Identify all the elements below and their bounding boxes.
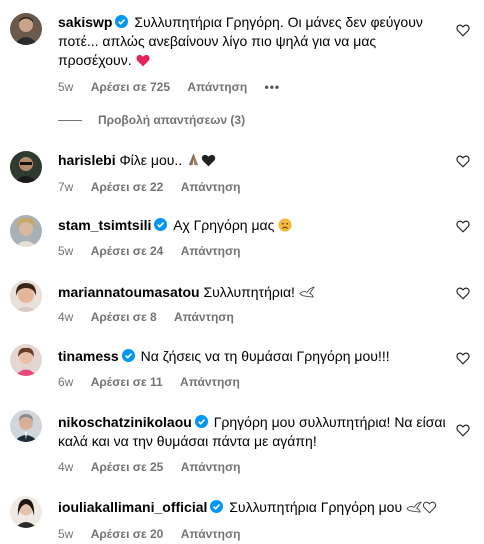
username[interactable]: sakiswp — [58, 14, 112, 30]
comment-meta: 5w Αρέσει σε 725 Απάντηση ••• — [58, 80, 294, 94]
praying-hands-emoji-icon — [186, 152, 201, 172]
black-heart-emoji-icon — [201, 153, 216, 172]
avatar[interactable] — [10, 151, 42, 183]
verified-badge-icon — [194, 415, 208, 428]
verified-badge-icon — [154, 218, 168, 231]
comment-meta: 5w Αρέσει σε 20 Απάντηση — [58, 527, 255, 541]
likes-count[interactable]: Αρέσει σε 22 — [91, 180, 164, 194]
reply-button[interactable]: Απάντηση — [174, 310, 234, 324]
comment-meta: 5w Αρέσει σε 24 Απάντηση — [58, 244, 255, 258]
likes-count[interactable]: Αρέσει σε 725 — [91, 80, 170, 94]
timestamp: 5w — [58, 80, 74, 94]
dove-emoji-icon — [299, 285, 315, 304]
comment-body: nikoschatzinikolaou Γρηγόρη μου συλλυπητ… — [58, 413, 448, 451]
like-heart-icon[interactable] — [456, 287, 470, 300]
likes-count[interactable]: Αρέσει σε 20 — [91, 527, 164, 541]
avatar[interactable] — [10, 410, 42, 442]
comment-body: harislebi Φίλε μου.. — [58, 151, 448, 172]
verified-badge-icon — [115, 15, 129, 28]
timestamp: 4w — [58, 460, 74, 474]
likes-count[interactable]: Αρέσει σε 25 — [91, 460, 164, 474]
avatar[interactable] — [10, 344, 42, 376]
avatar[interactable] — [10, 215, 42, 247]
comment-body: iouliakallimani_official Συλλυπητήρια Γρ… — [58, 498, 448, 519]
like-heart-icon[interactable] — [456, 424, 470, 437]
like-heart-icon[interactable] — [456, 220, 470, 233]
timestamp: 6w — [58, 375, 74, 389]
verified-badge-icon — [121, 349, 135, 362]
comment-meta: 4w Αρέσει σε 8 Απάντηση — [58, 310, 248, 324]
likes-count[interactable]: Αρέσει σε 24 — [91, 244, 164, 258]
timestamp: 7w — [58, 180, 74, 194]
avatar[interactable] — [10, 280, 42, 312]
reply-button[interactable]: Απάντηση — [181, 180, 241, 194]
comment-text: Συλλυπητήρια Γρηγόρη. Οι μάνες δεν φεύγο… — [58, 14, 423, 68]
comment-meta: 7w Αρέσει σε 22 Απάντηση — [58, 180, 255, 194]
comment-text: Συλλυπητήρια Γρηγόρη μου — [229, 499, 403, 515]
reply-button[interactable]: Απάντηση — [181, 460, 241, 474]
red-heart-emoji-icon — [135, 53, 150, 72]
avatar[interactable] — [10, 13, 42, 45]
timestamp: 5w — [58, 527, 74, 541]
comment-body: tinamess Να ζήσεις να τη θυμάσαι Γρηγόρη… — [58, 347, 448, 366]
reply-button[interactable]: Απάντηση — [181, 527, 241, 541]
username[interactable]: iouliakallimani_official — [58, 499, 207, 515]
comment-body: stam_tsimtsili Αχ Γρηγόρη μας — [58, 216, 448, 237]
timestamp: 4w — [58, 310, 74, 324]
username[interactable]: mariannatoumasatou — [58, 284, 200, 300]
sad-face-emoji-icon — [278, 218, 292, 237]
avatar[interactable] — [10, 496, 42, 528]
username[interactable]: harislebi — [58, 152, 116, 168]
comment-meta: 4w Αρέσει σε 25 Απάντηση — [58, 460, 255, 474]
view-replies-button[interactable]: Προβολή απαντήσεων (3) — [58, 113, 245, 127]
like-heart-icon[interactable] — [456, 24, 470, 37]
verified-badge-icon — [210, 500, 224, 513]
like-heart-icon[interactable] — [456, 155, 470, 168]
like-heart-icon[interactable] — [456, 352, 470, 365]
username[interactable]: stam_tsimtsili — [58, 217, 151, 233]
reply-button[interactable]: Απάντηση — [187, 80, 247, 94]
dove-emoji-icon — [406, 500, 423, 519]
comment-text: Φίλε μου.. — [119, 152, 183, 168]
white-heart-emoji-icon — [422, 500, 437, 519]
comment-body: mariannatoumasatou Συλλυπητήρια! — [58, 283, 448, 304]
username[interactable]: nikoschatzinikolaou — [58, 414, 192, 430]
likes-count[interactable]: Αρέσει σε 11 — [91, 375, 163, 389]
username[interactable]: tinamess — [58, 348, 119, 364]
comment-text: Αχ Γρηγόρη μας — [173, 217, 275, 233]
reply-button[interactable]: Απάντηση — [181, 244, 241, 258]
more-options-icon[interactable]: ••• — [265, 80, 281, 94]
view-replies-label[interactable]: Προβολή απαντήσεων (3) — [98, 113, 245, 127]
comment-text: Συλλυπητήρια! — [203, 284, 295, 300]
likes-count[interactable]: Αρέσει σε 8 — [91, 310, 157, 324]
comment-text: Να ζήσεις να τη θυμάσαι Γρηγόρη μου!!! — [140, 348, 390, 364]
divider — [58, 120, 82, 122]
timestamp: 5w — [58, 244, 74, 258]
reply-button[interactable]: Απάντηση — [180, 375, 240, 389]
comment-meta: 6w Αρέσει σε 11 Απάντηση — [58, 375, 254, 389]
comment-body: sakiswp Συλλυπητήρια Γρηγόρη. Οι μάνες δ… — [58, 13, 448, 72]
